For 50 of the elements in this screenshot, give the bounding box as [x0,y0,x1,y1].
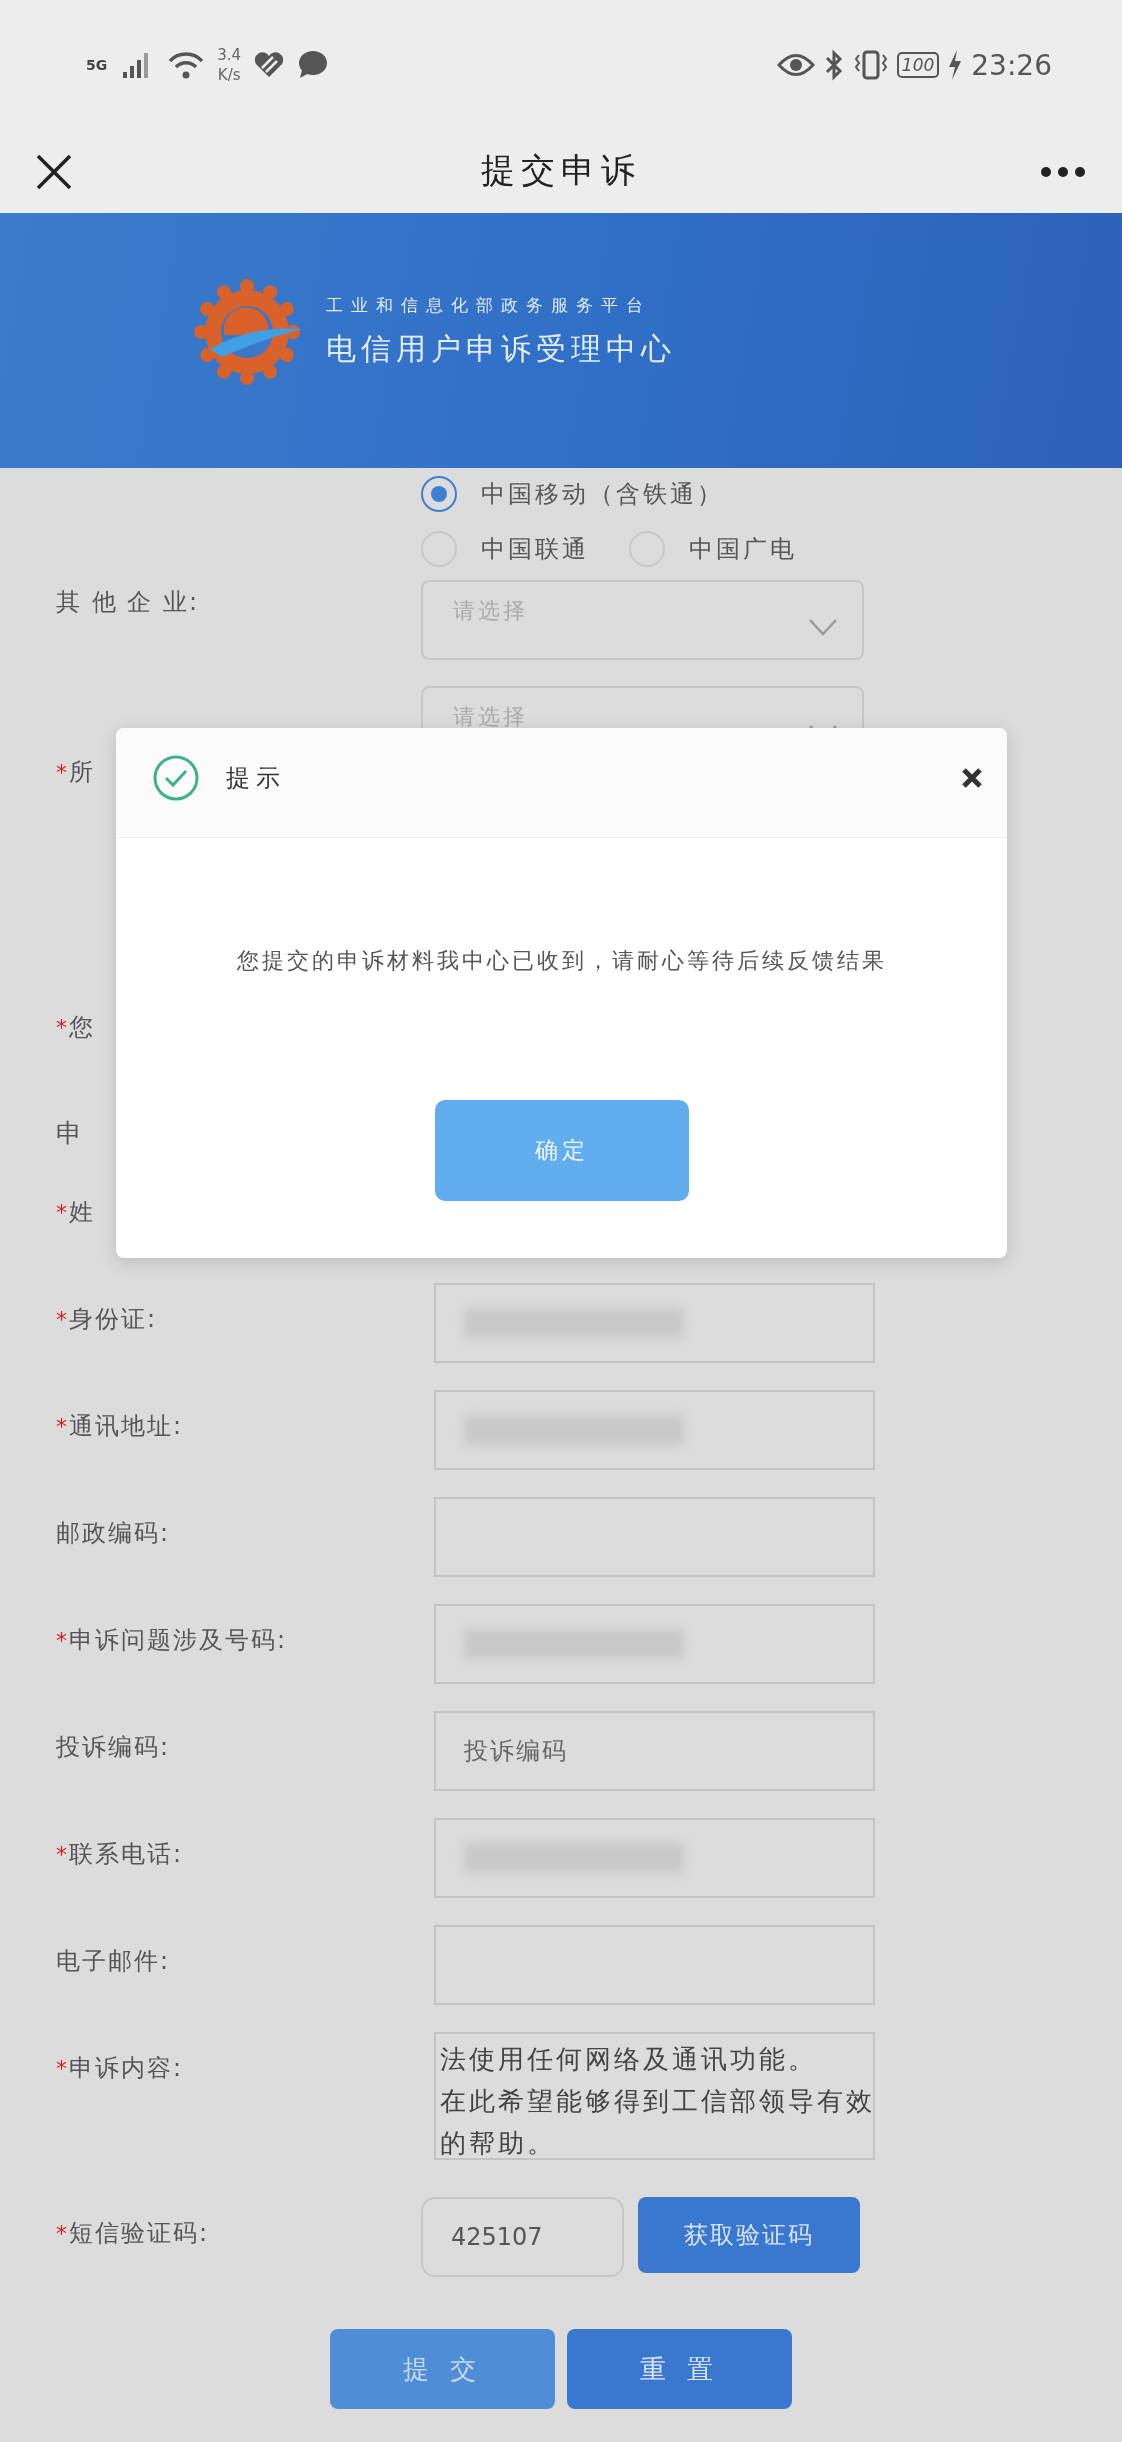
input-field[interactable] [434,1925,875,2005]
network-speed: 3.4 [217,45,242,65]
banner-title: 电信用户申诉受理中心 [326,329,676,368]
input-field[interactable] [434,1818,875,1898]
close-icon [36,153,72,190]
battery-level: 100 [896,52,940,78]
input-field[interactable] [434,1390,875,1470]
input-field[interactable] [434,1283,875,1363]
wifi-icon [167,50,206,80]
field-label: *短信验证码: [56,2218,210,2249]
heart-icon [253,51,286,79]
reset-button[interactable]: 重 置 [567,2329,792,2409]
speed-unit: K/s [217,65,241,85]
field-label: *身份证: [56,1304,158,1335]
dialog-title: 提示 [226,762,286,794]
banner-subtitle: 工业和信息化部政务服务平台 [326,293,652,317]
page-title: 提交申诉 [481,149,641,192]
input-field[interactable] [434,1604,875,1684]
chevron-down-icon [808,618,838,636]
charging-icon [947,49,964,81]
operator-radio[interactable]: 中国广电 [629,527,797,571]
chat-icon [297,50,330,80]
operator-radio[interactable]: 中国联通 [421,527,589,571]
operator-radio[interactable]: 中国移动（含铁通） [421,472,797,516]
more-icon [1040,165,1086,178]
eye-icon [776,52,815,78]
clock: 23:26 [971,48,1052,82]
field-label: 投诉编码: [56,1732,171,1763]
network-type: 5G [86,57,108,73]
field-label: 其 他 企 业: [56,587,199,618]
field-label: *姓 [56,1197,95,1228]
field-label: *联系电话: [56,1839,184,1870]
check-icon [152,753,200,802]
confirm-button[interactable]: 确定 [434,1100,689,1201]
code-field[interactable]: 425107 [421,2197,624,2277]
input-field[interactable] [434,1497,875,1577]
section-heading: 申 [56,1117,84,1150]
text-area[interactable]: 法使用任何网络及通讯功能。 在此希望能够得到工信部领导有效 的帮助。 [434,2032,875,2160]
field-label: *申诉问题涉及号码: [56,1625,288,1656]
field-label: *申诉内容: [56,2053,184,2084]
dialog-message: 您提交的申诉材料我中心已收到，请耐心等待后续反馈结果 [235,947,888,975]
field-label: 邮政编码: [56,1518,171,1549]
input-field[interactable]: 投诉编码 [434,1711,875,1791]
field-label: *通讯地址: [56,1411,184,1442]
get-code-button[interactable]: 获取验证码 [638,2197,860,2273]
field-label: 电子邮件: [56,1946,171,1977]
field-label: *所 [56,757,95,788]
close-icon [961,766,983,789]
vibrate-icon [852,49,889,81]
field-label: *您 [56,1012,95,1043]
